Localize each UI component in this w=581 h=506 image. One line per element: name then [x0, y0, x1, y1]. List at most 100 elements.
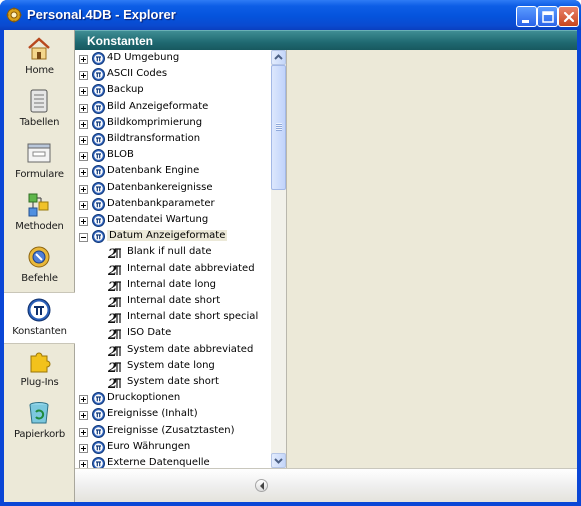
tree-group[interactable]: BLOB: [75, 148, 271, 164]
tree-group[interactable]: Bild Anzeigeformate: [75, 100, 271, 116]
title-bar[interactable]: Personal.4DB - Explorer: [0, 0, 581, 30]
expand-toggle-icon[interactable]: [79, 200, 88, 210]
pi-icon: [92, 197, 105, 211]
scroll-down-button[interactable]: [271, 453, 286, 468]
tree-group[interactable]: Bildtransformation: [75, 132, 271, 148]
nav-item-plugins[interactable]: Plug-Ins: [4, 344, 75, 396]
constant-icon: 2: [108, 247, 121, 260]
close-button[interactable]: [558, 6, 579, 27]
tree-item-label: Blank if null date: [127, 246, 212, 258]
tree-group[interactable]: Datenbank Engine: [75, 164, 271, 180]
tree-item-constant[interactable]: 2 Internal date short: [75, 294, 271, 310]
tree-item-label: System date long: [127, 359, 215, 371]
tree-item-label: ISO Date: [127, 327, 172, 339]
tree-group[interactable]: Ereignisse (Inhalt): [75, 407, 271, 423]
expand-toggle-icon[interactable]: [79, 217, 88, 226]
constants-tree-pane: 4D Umgebung ASCII Codes Backup Bild Anzeige…: [75, 50, 287, 468]
collapse-button[interactable]: [255, 479, 268, 492]
trash-icon: [29, 402, 49, 424]
minimize-button[interactable]: [516, 6, 537, 27]
tree-group[interactable]: Datenbankparameter: [75, 197, 271, 213]
bottom-bar: [75, 468, 577, 502]
nav-item-papierkorb[interactable]: Papierkorb: [4, 396, 75, 448]
tree-group[interactable]: Datenbankereignisse: [75, 181, 271, 197]
expand-toggle-icon[interactable]: [79, 427, 88, 437]
constant-icon: 2: [108, 280, 121, 293]
gear-icon[interactable]: [6, 7, 22, 23]
tree-item-constant[interactable]: 2 Internal date long: [75, 278, 271, 294]
tree-item-label: Backup: [107, 84, 144, 96]
tree-group[interactable]: Externe Datenquelle: [75, 456, 271, 468]
tree-item-constant[interactable]: 2 System date abbreviated: [75, 343, 271, 359]
nav-label-befehle: Befehle: [21, 273, 58, 284]
tree-group[interactable]: Bildkomprimierung: [75, 116, 271, 132]
tree-item-label: Ereignisse (Zusatztasten): [107, 424, 235, 436]
tree-group[interactable]: Backup: [75, 83, 271, 99]
close-icon: [563, 11, 575, 23]
puzzle-icon: [30, 352, 51, 373]
tree-item-constant[interactable]: 2 System date long: [75, 359, 271, 375]
nav-label-formulare: Formulare: [15, 169, 64, 180]
panel-title: Konstanten: [87, 34, 153, 48]
method-icon: [28, 193, 49, 217]
expand-toggle-icon[interactable]: [79, 460, 88, 468]
tree-group[interactable]: ASCII Codes: [75, 67, 271, 83]
tree-item-label: Internal date short special: [127, 311, 259, 323]
tree-item-label: Datum Anzeigeformate: [107, 230, 228, 242]
nav-item-befehle[interactable]: Befehle: [4, 240, 75, 292]
maximize-button[interactable]: [537, 6, 558, 27]
tree-group[interactable]: Euro Währungen: [75, 440, 271, 456]
nav-item-formulare[interactable]: Formulare: [4, 136, 75, 188]
pi-icon: [92, 181, 105, 195]
expand-toggle-icon[interactable]: [79, 119, 88, 129]
tree-item-constant[interactable]: 2 System date short: [75, 375, 271, 391]
pi-icon: [27, 298, 51, 322]
tree-item-constant[interactable]: 2 ISO Date: [75, 326, 271, 342]
pi-icon: [92, 165, 105, 179]
nav-label-konstanten: Konstanten: [12, 326, 67, 337]
nav-item-konstanten[interactable]: Konstanten: [4, 292, 75, 344]
pi-icon: [92, 149, 105, 163]
expand-toggle-icon[interactable]: [79, 136, 88, 145]
expand-toggle-icon[interactable]: [79, 152, 88, 162]
tree-item-constant[interactable]: 2 Internal date abbreviated: [75, 262, 271, 278]
tree-item-constant[interactable]: 2 Internal date short special: [75, 310, 271, 326]
tree-group[interactable]: Druckoptionen: [75, 391, 271, 407]
expand-toggle-icon[interactable]: [79, 395, 88, 405]
scrollbar-thumb[interactable]: [271, 65, 286, 190]
pi-icon: [92, 68, 105, 82]
scroll-up-button[interactable]: [271, 50, 286, 65]
nav-item-methoden[interactable]: Methoden: [4, 188, 75, 240]
expand-toggle-icon[interactable]: [79, 184, 88, 194]
tree-group[interactable]: Datum Anzeigeformate: [75, 229, 271, 245]
expand-toggle-icon[interactable]: [79, 103, 88, 113]
nav-item-home[interactable]: Home: [4, 32, 75, 84]
nav-item-tabellen[interactable]: Tabellen: [4, 84, 75, 136]
constants-tree[interactable]: 4D Umgebung ASCII Codes Backup Bild Anzeige…: [75, 50, 271, 468]
tree-item-label: Datenbank Engine: [107, 165, 200, 177]
tree-item-label: Bildkomprimierung: [107, 116, 203, 128]
expand-toggle-icon[interactable]: [79, 87, 88, 97]
tree-group[interactable]: 4D Umgebung: [75, 51, 271, 67]
maximize-icon: [542, 11, 554, 23]
tree-item-label: Bildtransformation: [107, 133, 201, 144]
expand-toggle-icon[interactable]: [79, 443, 88, 453]
detail-pane: [288, 50, 577, 468]
expand-toggle-icon[interactable]: [79, 411, 88, 421]
pi-icon: [92, 133, 105, 146]
pi-icon: [92, 116, 105, 130]
pi-icon: [92, 214, 105, 227]
tree-group[interactable]: Datendatei Wartung: [75, 213, 271, 229]
table-icon: [30, 89, 48, 113]
expand-toggle-icon[interactable]: [79, 55, 88, 64]
tree-item-label: Externe Datenquelle: [107, 457, 210, 468]
pi-icon: [92, 52, 105, 65]
tree-item-constant[interactable]: 2 Blank if null date: [75, 245, 271, 261]
pi-icon: [92, 392, 105, 406]
expand-toggle-icon[interactable]: [79, 168, 88, 178]
pi-icon: [92, 440, 105, 454]
tree-group[interactable]: Ereignisse (Zusatztasten): [75, 424, 271, 440]
vertical-scrollbar[interactable]: [271, 50, 286, 468]
collapse-toggle-icon[interactable]: [79, 233, 88, 243]
expand-toggle-icon[interactable]: [79, 71, 88, 81]
